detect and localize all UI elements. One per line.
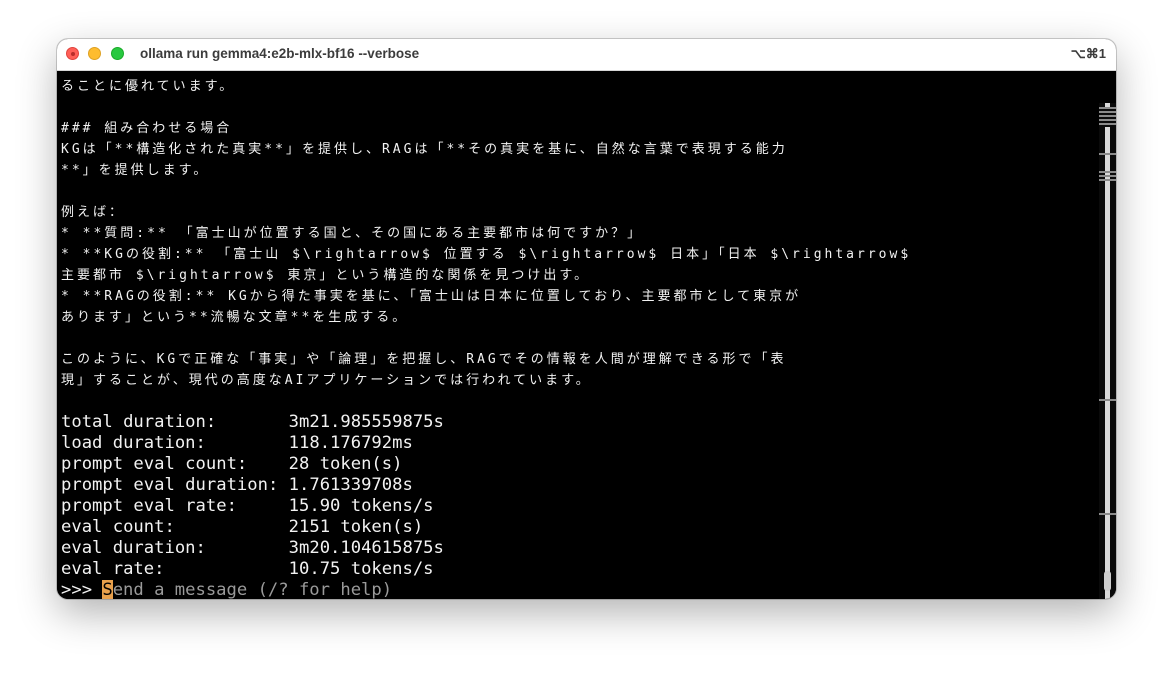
scroll-marker (1099, 179, 1116, 181)
terminal-window: ollama run gemma4:e2b-mlx-bf16 --verbose… (57, 39, 1116, 599)
scrollbar-thumb[interactable] (1104, 571, 1111, 591)
stats-line: prompt eval duration: 1.761339708s (61, 475, 413, 495)
scroll-marker (1099, 513, 1116, 515)
output-line: 現」することが、現代の高度なAIアプリケーションでは行われています。 (61, 373, 592, 388)
window-shortcut: ⌥⌘1 (1070, 46, 1106, 61)
scrollbar-track[interactable] (1105, 103, 1110, 599)
stats-line: total duration: 3m21.985559875s (61, 412, 444, 432)
output-line: * **RAGの役割:** KGから得た事実を基に、「富士山は日本に位置しており… (61, 289, 802, 304)
output-line: * **質問:** 「富士山が位置する国と、その国にある主要都市は何ですか？」 (61, 226, 644, 241)
output-line: 主要都市 $\rightarrow$ 東京」という構造的な関係を見つけ出す。 (61, 268, 591, 283)
output-line: **」を提供します。 (61, 163, 210, 178)
stats-line: eval rate: 10.75 tokens/s (61, 559, 434, 579)
terminal-output[interactable]: ることに優れています。 ### 組み合わせる場合 KGは「**構造化された真実*… (57, 71, 1116, 599)
stats-line: prompt eval count: 28 token(s) (61, 454, 403, 474)
output-line: ることに優れています。 (61, 79, 236, 94)
scroll-marker (1099, 171, 1116, 173)
title-bar[interactable]: ollama run gemma4:e2b-mlx-bf16 --verbose… (57, 39, 1116, 71)
output-line: * **KGの役割:** 「富士山 $\rightarrow$ 位置する $\r… (61, 247, 912, 262)
text-cursor: S (102, 580, 113, 599)
window-title: ollama run gemma4:e2b-mlx-bf16 --verbose (140, 46, 420, 61)
stats-line: eval count: 2151 token(s) (61, 517, 424, 537)
prompt-placeholder: end a message (/? for help) (112, 580, 393, 599)
scrollbar-grip (1099, 107, 1116, 127)
prompt-symbol: >>> (61, 580, 103, 599)
output-line: このように、KGで正確な「事実」や「論理」を把握し、RAGでその情報を人間が理解… (61, 352, 787, 367)
prompt-input[interactable]: >>> Send a message (/? for help) (61, 580, 1091, 599)
output-line: 例えば： (61, 205, 126, 220)
output-line: ### 組み合わせる場合 (61, 121, 233, 136)
close-button[interactable] (66, 47, 79, 60)
scroll-marker (1099, 175, 1116, 177)
output-lines: ることに優れています。 ### 組み合わせる場合 KGは「**構造化された真実*… (61, 76, 1091, 599)
minimize-button[interactable] (88, 47, 101, 60)
scroll-marker (1099, 399, 1116, 401)
vertical-scrollbar[interactable] (1099, 103, 1116, 599)
output-line: KGは「**構造化された真実**」を提供し、RAGは「**その真実を基に、自然な… (61, 142, 788, 157)
zoom-button[interactable] (111, 47, 124, 60)
scroll-marker (1099, 153, 1116, 155)
stats-line: prompt eval rate: 15.90 tokens/s (61, 496, 434, 516)
stats-line: eval duration: 3m20.104615875s (61, 538, 444, 558)
output-line: あります」という**流暢な文章**を生成する。 (61, 310, 409, 325)
stats-line: load duration: 118.176792ms (61, 433, 413, 453)
